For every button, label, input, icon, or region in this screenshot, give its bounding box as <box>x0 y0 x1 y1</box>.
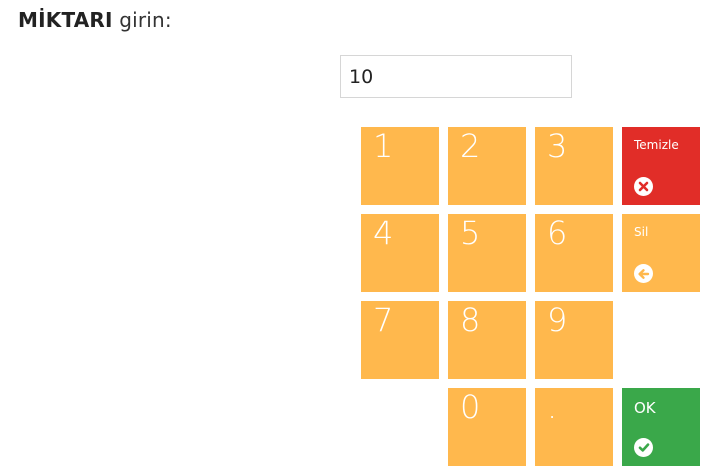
check-circle-icon <box>634 438 653 457</box>
clear-button-label: Temizle <box>634 138 679 152</box>
prompt-bold: MİKTARI <box>18 8 113 32</box>
key-9[interactable]: 9 <box>535 301 613 379</box>
delete-button-label: Sil <box>634 225 649 239</box>
ok-button[interactable]: OK <box>622 388 700 466</box>
prompt-rest: girin: <box>112 8 172 32</box>
quantity-input[interactable] <box>340 55 572 98</box>
key-6[interactable]: 6 <box>535 214 613 292</box>
key-1[interactable]: 1 <box>361 127 439 205</box>
ok-button-label: OK <box>634 399 656 417</box>
key-2[interactable]: 2 <box>448 127 526 205</box>
key-decimal[interactable]: . <box>535 388 613 466</box>
key-5[interactable]: 5 <box>448 214 526 292</box>
delete-button[interactable]: Sil <box>622 214 700 292</box>
key-7[interactable]: 7 <box>361 301 439 379</box>
key-4[interactable]: 4 <box>361 214 439 292</box>
quantity-prompt: MİKTARI girin: <box>18 8 172 32</box>
close-circle-icon <box>634 177 653 196</box>
key-3[interactable]: 3 <box>535 127 613 205</box>
clear-button[interactable]: Temizle <box>622 127 700 205</box>
arrow-left-circle-icon <box>634 264 653 283</box>
key-8[interactable]: 8 <box>448 301 526 379</box>
key-0[interactable]: 0 <box>448 388 526 466</box>
